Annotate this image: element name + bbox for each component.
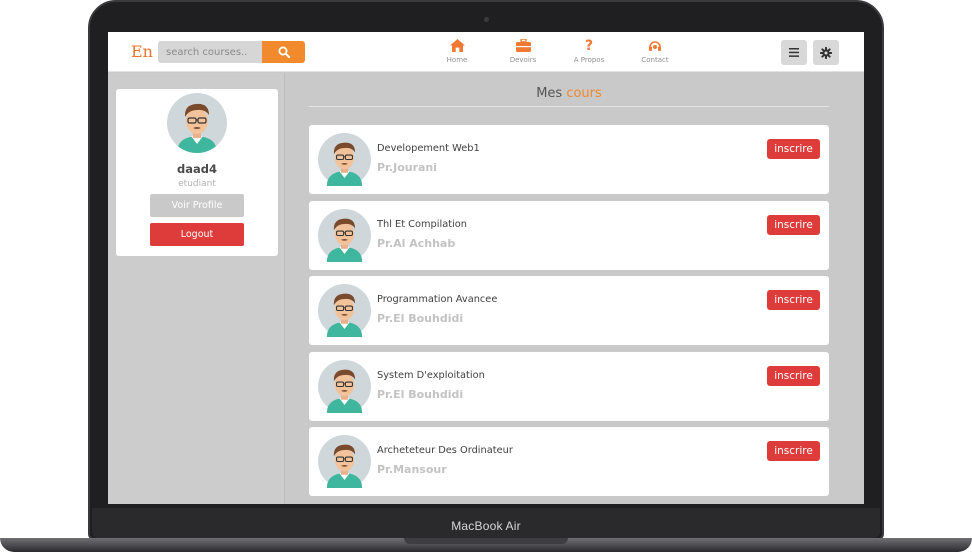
course-name: System D'exploitation — [377, 369, 485, 381]
course-name: Developement Web1 — [377, 143, 480, 154]
nav-devoirs-label: Devoirs — [509, 56, 537, 64]
course-name: Archeteteur Des Ordinateur — [377, 445, 513, 456]
course-avatar — [318, 359, 371, 413]
course-card: Programmation Avancee Pr.El Bouhdidi ins… — [309, 276, 829, 345]
avatar — [167, 93, 227, 153]
enroll-button[interactable]: inscrire — [767, 139, 820, 159]
app-screen: En Home Devoirs ? A Pr — [108, 32, 864, 504]
home-icon — [449, 38, 465, 53]
profile-username: daad4 — [177, 162, 217, 176]
logout-button[interactable]: Logout — [150, 223, 244, 246]
page-title-prefix: Mes — [536, 86, 563, 101]
course-professor: Pr.El Bouhdidi — [377, 387, 464, 401]
course-professor: Pr.Al Achhab — [377, 236, 456, 250]
nav-contact[interactable]: Contact — [622, 38, 688, 64]
enroll-button[interactable]: inscrire — [767, 214, 820, 235]
top-header: En Home Devoirs ? A Pr — [108, 32, 864, 72]
course-avatar — [318, 435, 371, 488]
course-professor: Pr.Jourani — [377, 161, 438, 174]
course-name: Thl Et Compilation — [377, 218, 467, 230]
enroll-button[interactable]: inscrire — [767, 441, 820, 461]
search-icon — [278, 46, 290, 58]
search-input[interactable] — [158, 41, 262, 63]
menu-button[interactable] — [781, 40, 807, 65]
profile-role: etudiant — [178, 179, 216, 189]
device-label: MacBook Air — [451, 519, 521, 533]
enroll-button[interactable]: inscrire — [767, 290, 820, 310]
page-title: Mes cours — [309, 86, 829, 101]
camera-dot — [484, 17, 489, 22]
nav-apropos[interactable]: ? A Propos — [556, 37, 622, 65]
course-card: Developement Web1 Pr.Jourani inscrire — [309, 125, 829, 194]
profile-card: daad4 etudiant Voir Profile Logout — [116, 89, 278, 256]
nav-home[interactable]: Home — [424, 38, 490, 64]
gear-icon — [820, 46, 832, 59]
view-profile-button[interactable]: Voir Profile — [150, 194, 244, 217]
course-card: Thl Et Compilation Pr.Al Achhab inscrire — [309, 200, 829, 270]
course-avatar — [318, 284, 371, 337]
search-button[interactable] — [262, 41, 305, 63]
nav-home-label: Home — [446, 56, 468, 64]
page-title-accent: cours — [566, 86, 602, 101]
course-card: Archeteteur Des Ordinateur Pr.Mansour in… — [309, 427, 829, 496]
main-nav: Home Devoirs ? A Propos Contact — [424, 37, 688, 65]
settings-button[interactable] — [813, 40, 839, 65]
menu-icon — [789, 48, 799, 57]
laptop-notch — [404, 538, 568, 544]
nav-devoirs[interactable]: Devoirs — [490, 38, 556, 64]
course-avatar — [318, 208, 371, 262]
course-card: System D'exploitation Pr.El Bouhdidi ins… — [309, 351, 829, 421]
course-professor: Pr.Mansour — [377, 463, 447, 476]
question-icon: ? — [584, 37, 594, 54]
laptop-chin: MacBook Air — [92, 508, 880, 538]
app-logo[interactable]: En — [131, 42, 153, 61]
nav-contact-label: Contact — [641, 56, 669, 64]
nav-apropos-label: A Propos — [573, 56, 605, 64]
enroll-button[interactable]: inscrire — [767, 365, 820, 386]
briefcase-icon — [515, 38, 531, 53]
course-avatar — [318, 133, 371, 186]
headset-icon — [648, 38, 662, 53]
course-list: Developement Web1 Pr.Jourani inscrire Th… — [309, 125, 829, 503]
course-professor: Pr.El Bouhdidi — [377, 312, 464, 325]
title-divider — [309, 106, 829, 107]
course-name: Programmation Avancee — [377, 294, 498, 305]
